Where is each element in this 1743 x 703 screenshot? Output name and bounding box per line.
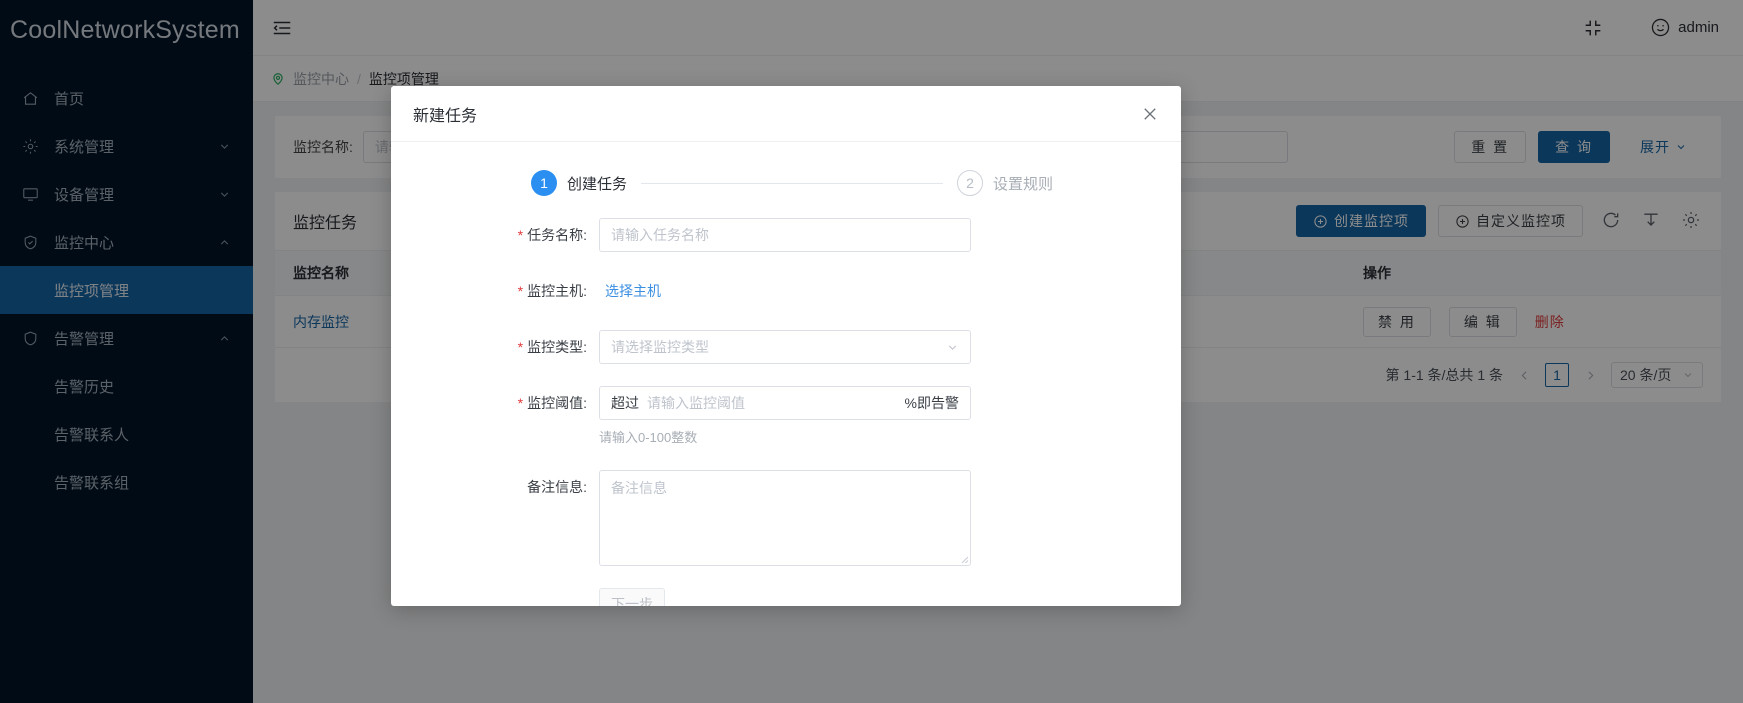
- select-host-link[interactable]: 选择主机: [599, 283, 661, 299]
- field-task-name: * 任务名称: 请输入任务名称: [391, 218, 1181, 252]
- step-2-number: 2: [956, 170, 983, 196]
- new-task-modal: 新建任务 1 创建任务 2 设置规则 * 任务名称: 请输入任务名称 * 监控主…: [391, 86, 1181, 606]
- modal-title: 新建任务: [413, 107, 478, 125]
- field-monitor-host: * 监控主机: 选择主机: [391, 274, 1181, 308]
- field-remark: 备注信息: 备注信息: [391, 470, 1181, 566]
- step-2[interactable]: 2 设置规则: [956, 170, 1053, 196]
- app-root: CoolNetworkSystem 首页 系统管理 设备管理 监控中心 监控项管…: [0, 0, 1743, 703]
- step-1[interactable]: 1 创建任务: [531, 170, 627, 196]
- step-1-number: 1: [531, 170, 557, 196]
- threshold-hint: 请输入0-100整数: [599, 430, 698, 445]
- threshold-input[interactable]: 超过 请输入监控阈值 %即告警: [599, 386, 971, 420]
- close-icon[interactable]: [1141, 105, 1159, 123]
- threshold-label-text: 监控阈值:: [527, 395, 587, 411]
- remark-control: 备注信息: [599, 470, 971, 566]
- required-asterisk: *: [517, 339, 524, 355]
- required-asterisk: *: [517, 283, 524, 299]
- remark-label: 备注信息:: [527, 479, 587, 495]
- monitor-type-select[interactable]: 请选择监控类型: [599, 330, 971, 364]
- footer-control: 下一步: [599, 588, 971, 606]
- field-threshold: * 监控阈值: 超过 请输入监控阈值 %即告警 请输入0-100整数: [391, 386, 1181, 446]
- required-asterisk: *: [517, 227, 524, 243]
- modal-header: 新建任务: [391, 86, 1181, 142]
- modal-footer: 下一步: [391, 588, 1181, 606]
- task-name-input[interactable]: 请输入任务名称: [599, 218, 971, 252]
- modal-body: 1 创建任务 2 设置规则 * 任务名称: 请输入任务名称 * 监控主机: 选择…: [391, 142, 1181, 606]
- step-1-label: 创建任务: [567, 175, 628, 193]
- chevron-down-icon: [946, 341, 959, 354]
- threshold-control: 超过 请输入监控阈值 %即告警 请输入0-100整数: [599, 386, 971, 446]
- threshold-prefix: 超过: [611, 395, 639, 411]
- monitor-host-label: * 监控主机:: [391, 274, 599, 308]
- monitor-type-control: 请选择监控类型: [599, 330, 971, 364]
- remark-textarea[interactable]: 备注信息: [599, 470, 971, 566]
- step-2-label: 设置规则: [992, 175, 1053, 193]
- field-monitor-type: * 监控类型: 请选择监控类型: [391, 330, 1181, 364]
- step-connector: [641, 182, 943, 184]
- threshold-label: * 监控阈值:: [391, 386, 599, 420]
- monitor-type-label: * 监控类型:: [391, 330, 599, 364]
- step-indicator: 1 创建任务 2 设置规则: [391, 170, 1181, 196]
- monitor-host-label-text: 监控主机:: [527, 283, 587, 299]
- task-name-label-text: 任务名称:: [527, 227, 587, 243]
- required-asterisk: *: [517, 395, 524, 411]
- threshold-suffix: %即告警: [904, 395, 959, 411]
- monitor-type-placeholder: 请选择监控类型: [611, 339, 709, 355]
- monitor-type-label-text: 监控类型:: [527, 339, 587, 355]
- task-name-label: * 任务名称:: [391, 218, 599, 252]
- remark-placeholder: 备注信息: [611, 480, 667, 496]
- monitor-host-control: 选择主机: [599, 274, 971, 308]
- task-name-control: 请输入任务名称: [599, 218, 971, 252]
- threshold-placeholder: 请输入监控阈值: [647, 395, 745, 411]
- resize-grip-icon[interactable]: [959, 554, 969, 564]
- next-step-button[interactable]: 下一步: [599, 588, 665, 606]
